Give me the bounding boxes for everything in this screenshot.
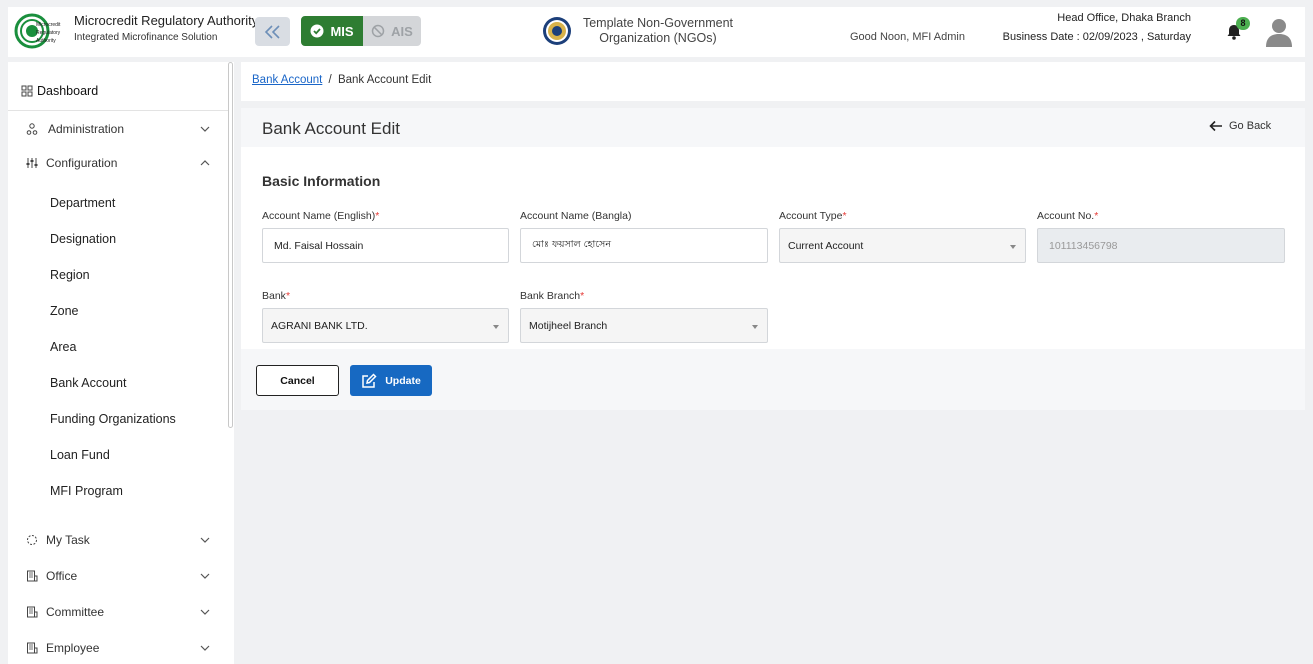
user-avatar-icon[interactable] — [1265, 17, 1293, 47]
page-title-bar: Bank Account Edit Go Back — [241, 108, 1305, 147]
header-bar: Microcredit Regulatory Authority Microcr… — [8, 7, 1305, 57]
check-circle-icon — [310, 24, 324, 38]
bank-branch-select[interactable]: Motijheel Branch — [520, 308, 768, 343]
sidebar-collapse-button[interactable] — [255, 17, 290, 46]
sidebar-item-administration[interactable]: Administration — [8, 114, 228, 144]
arrow-left-icon — [1209, 120, 1222, 132]
building-icon — [27, 606, 38, 618]
sidebar-item-my-task[interactable]: My Task — [8, 525, 228, 555]
sidebar-subitem-area[interactable]: Area — [50, 340, 76, 354]
sidebar-subitem-bank-account[interactable]: Bank Account — [50, 376, 126, 390]
ais-module-button[interactable]: AIS — [363, 16, 421, 46]
caret-down-icon — [1010, 245, 1016, 249]
cancel-button[interactable]: Cancel — [256, 365, 339, 396]
go-back-button[interactable]: Go Back — [1209, 120, 1271, 132]
account-type-select[interactable]: Current Account — [779, 228, 1026, 263]
breadcrumb: Bank Account / Bank Account Edit — [252, 74, 431, 86]
brand-subtitle: Integrated Microfinance Solution — [74, 32, 218, 43]
notification-count-badge: 8 — [1236, 17, 1250, 30]
business-date: Business Date : 02/09/2023 , Saturday — [1002, 31, 1191, 43]
double-chevron-left-icon — [264, 24, 280, 39]
account-name-english-label: Account Name (English)* — [262, 210, 380, 222]
svg-text:Authority: Authority — [36, 38, 56, 44]
chevron-up-icon — [200, 160, 210, 166]
chevron-down-icon — [200, 537, 210, 543]
sliders-icon — [26, 158, 38, 168]
users-cog-icon — [26, 123, 38, 135]
basic-information-form: Basic Information Account Name (English)… — [241, 147, 1305, 349]
bank-select[interactable]: AGRANI BANK LTD. — [262, 308, 509, 343]
grid-icon — [21, 85, 33, 97]
account-number-input: 101113456798 — [1037, 228, 1285, 263]
sidebar-item-label: Office — [46, 569, 78, 583]
svg-text:Microcredit: Microcredit — [36, 22, 61, 28]
sidebar-item-employee[interactable]: Employee — [8, 633, 228, 663]
bank-branch-value: Motijheel Branch — [529, 319, 608, 332]
bank-branch-label: Bank Branch* — [520, 290, 585, 302]
update-label: Update — [385, 374, 421, 387]
breadcrumb-separator: / — [328, 74, 332, 86]
section-title: Basic Information — [262, 173, 381, 189]
update-button[interactable]: Update — [350, 365, 432, 396]
sidebar-subitem-region[interactable]: Region — [50, 268, 90, 282]
account-name-english-input[interactable]: Md. Faisal Hossain — [262, 228, 509, 263]
sidebar-subitem-funding-organizations[interactable]: Funding Organizations — [50, 412, 176, 426]
sidebar-item-label: Committee — [46, 605, 105, 619]
sidebar-item-committee[interactable]: Committee — [8, 597, 228, 627]
caret-down-icon — [752, 325, 758, 329]
chevron-down-icon — [200, 645, 210, 651]
account-number-label: Account No.* — [1037, 210, 1099, 222]
sidebar-item-configuration[interactable]: Configuration — [8, 148, 228, 178]
sidebar-subitem-zone[interactable]: Zone — [50, 304, 79, 318]
government-seal-icon — [542, 16, 572, 46]
page-title: Bank Account Edit — [262, 119, 400, 138]
mis-label: MIS — [330, 23, 354, 39]
sidebar-item-label: Dashboard — [37, 84, 99, 98]
sidebar-subitem-designation[interactable]: Designation — [50, 232, 116, 246]
svg-text:Regulatory: Regulatory — [36, 30, 61, 36]
spinner-icon — [27, 535, 37, 545]
sidebar-scrollbar[interactable] — [228, 62, 233, 428]
sidebar-item-label: My Task — [46, 533, 90, 547]
sidebar-item-label: Configuration — [46, 156, 118, 170]
sidebar-subitem-loan-fund[interactable]: Loan Fund — [50, 448, 110, 462]
account-name-bangla-label: Account Name (Bangla) — [520, 210, 632, 222]
breadcrumb-current: Bank Account Edit — [337, 74, 432, 86]
mis-module-button[interactable]: MIS — [301, 16, 363, 46]
sidebar-item-label: Administration — [48, 122, 125, 136]
breadcrumb-bar: Bank Account / Bank Account Edit — [241, 62, 1305, 101]
sidebar-item-label: Employee — [46, 641, 100, 655]
go-back-label: Go Back — [1229, 120, 1272, 132]
branch-name: Head Office, Dhaka Branch — [1057, 12, 1191, 24]
chevron-down-icon — [200, 126, 210, 132]
user-greeting: Good Noon, MFI Admin — [850, 31, 965, 43]
sidebar: Dashboard Administration Configuration D… — [8, 62, 234, 664]
ais-label: AIS — [391, 23, 413, 39]
building-icon — [27, 570, 38, 582]
sidebar-item-dashboard[interactable]: Dashboard — [8, 76, 228, 106]
sidebar-divider — [8, 110, 228, 111]
ban-icon — [371, 24, 385, 38]
bank-value: AGRANI BANK LTD. — [271, 319, 368, 332]
breadcrumb-link-bank-account[interactable]: Bank Account — [252, 74, 322, 86]
account-name-bangla-input[interactable]: মোঃ ফয়সাল হোসেন — [520, 228, 768, 263]
sidebar-subitem-department[interactable]: Department — [50, 196, 115, 210]
brand-title: Microcredit Regulatory Authority — [74, 13, 259, 28]
sidebar-item-office[interactable]: Office — [8, 561, 228, 591]
building-icon — [27, 642, 38, 654]
edit-icon — [362, 372, 377, 388]
chevron-down-icon — [200, 609, 210, 615]
mra-logo[interactable]: Microcredit Regulatory Authority — [14, 11, 68, 51]
top-header: Microcredit Regulatory Authority Microcr… — [0, 0, 1313, 62]
sidebar-subitem-mfi-program[interactable]: MFI Program — [50, 484, 123, 498]
form-action-bar: Cancel Update — [241, 349, 1305, 410]
account-type-value: Current Account — [788, 239, 864, 252]
organization-name: Template Non-Government Organization (NG… — [582, 16, 734, 45]
chevron-down-icon — [200, 573, 210, 579]
account-type-label: Account Type* — [779, 210, 847, 222]
bank-label: Bank* — [262, 290, 291, 302]
caret-down-icon — [493, 325, 499, 329]
